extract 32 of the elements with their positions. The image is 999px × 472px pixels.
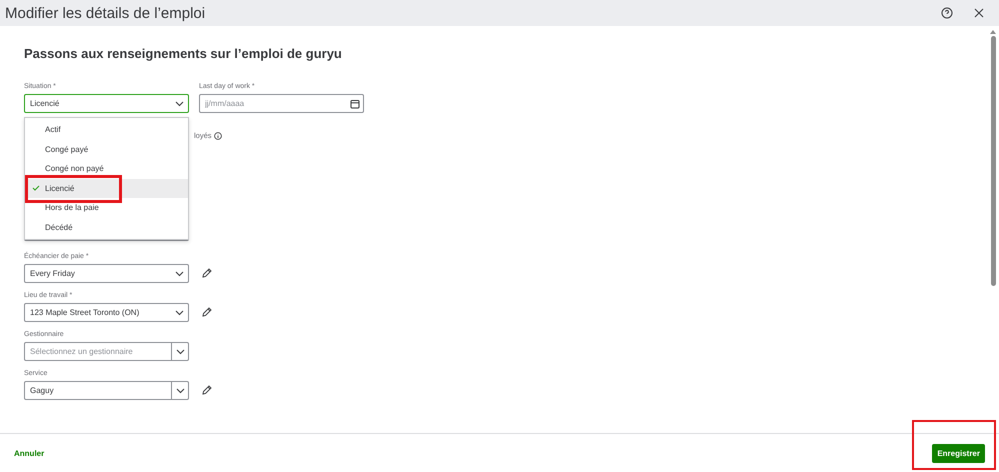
calendar-icon	[350, 98, 360, 108]
section-heading: Passons aux renseignements sur l’emploi de guryu	[24, 46, 343, 61]
chevron-down-icon	[176, 388, 184, 394]
select-field[interactable]: 123 Maple Street Toronto (ON)	[24, 303, 189, 322]
cancel-link[interactable]: Annuler	[14, 448, 44, 458]
combo-input[interactable]: Sélectionnez un gestionnaire	[30, 347, 171, 356]
situation-select[interactable]: Licencié	[24, 94, 189, 113]
dropdown-option[interactable]: Congé payé	[25, 140, 188, 159]
combo-box[interactable]: Sélectionnez un gestionnaire	[24, 342, 189, 361]
combo-box[interactable]: Gaguy	[24, 381, 189, 400]
chevron-down-icon	[175, 270, 184, 276]
date-input[interactable]: jj/mm/aaaa	[205, 99, 346, 108]
dropdown-option[interactable]: Hors de la paie	[25, 198, 188, 218]
select-field[interactable]: Every Friday	[24, 264, 189, 283]
dropdown-option[interactable]: Actif	[25, 120, 188, 140]
close-icon	[974, 8, 984, 18]
date-field[interactable]: jj/mm/aaaa	[199, 94, 364, 113]
info-icon	[214, 132, 222, 140]
scroll-up-icon[interactable]	[990, 30, 996, 34]
combo-input[interactable]: Gaguy	[30, 386, 171, 395]
chevron-down-icon	[176, 348, 184, 354]
pencil-icon[interactable]	[201, 307, 212, 318]
dropdown-option[interactable]: Décédé	[25, 218, 188, 237]
chevron-down-icon	[175, 100, 184, 106]
help-button[interactable]	[939, 5, 955, 21]
save-button[interactable]: Enregistrer	[932, 444, 985, 462]
window-title: Modifier les détails de l’emploi	[5, 4, 206, 22]
chevron-down-icon	[175, 310, 184, 316]
check-icon	[32, 185, 40, 192]
pencil-icon[interactable]	[201, 385, 212, 396]
pencil-icon[interactable]	[201, 268, 212, 279]
dropdown-option[interactable]: Congé non payé	[25, 159, 188, 178]
